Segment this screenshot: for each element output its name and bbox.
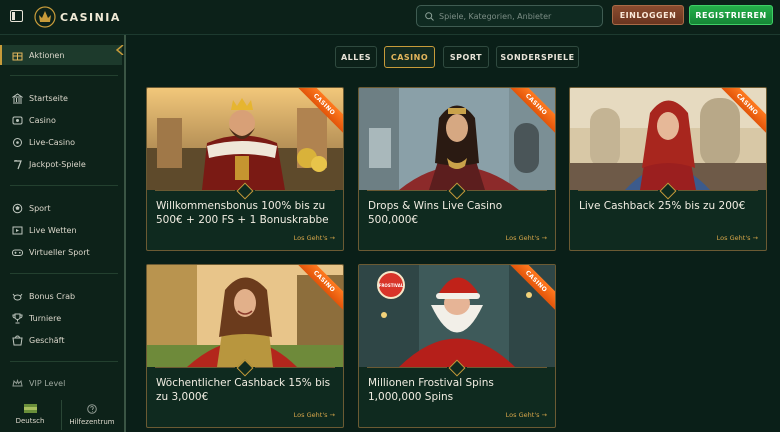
register-button[interactable]: REGISTRIEREN [689, 5, 773, 25]
language-selector[interactable]: Deutsch [0, 397, 60, 432]
promo-image-knight-woman: CASINO [570, 88, 766, 190]
frostival-stamp: FROSTIVAL [377, 271, 405, 299]
casinia-logo[interactable]: CASINIA [34, 5, 121, 29]
filter-tab-alles[interactable]: ALLES [335, 46, 377, 68]
help-label: Hilfezentrum [69, 417, 115, 426]
sidebar-item-startseite[interactable]: Startseite [0, 88, 122, 108]
promo-image-king: CASINO [147, 88, 343, 190]
sidebar-item-label: Sport [29, 203, 51, 213]
live-bet-icon [12, 226, 23, 234]
sidebar-item-live-casino[interactable]: Live-Casino [0, 132, 122, 152]
help-icon [87, 403, 97, 414]
promo-image-santa: FROSTIVAL CASINO [359, 265, 555, 367]
shop-icon [12, 335, 23, 345]
sidebar-item-label: Startseite [29, 93, 68, 103]
sidebar-item-label: Jackpot-Spiele [29, 159, 86, 169]
live-icon [13, 137, 22, 147]
filter-tabs: ALLES CASINO SPORT SONDERSPIELE [126, 46, 780, 68]
promo-title: Wöchentlicher Cashback 15% bis zu 3,000€ [156, 377, 331, 403]
sidebar-item-label: Live Wetten [29, 225, 77, 235]
promo-image-queen: CASINO [359, 88, 555, 190]
ball-icon [12, 203, 23, 213]
sidebar-item-label: Live-Casino [29, 137, 76, 147]
sidebar-item-label: Bonus Crab [29, 291, 76, 301]
promo-cta-link[interactable]: Los Geht's → [294, 234, 335, 242]
sidebar-item-label: Aktionen [29, 50, 65, 60]
filter-tab-sport[interactable]: SPORT [443, 46, 489, 68]
search-box[interactable] [416, 5, 603, 27]
gamepad-icon [12, 249, 23, 256]
promo-title: Willkommensbonus 100% bis zu 500€ + 200 … [156, 200, 329, 226]
promo-cta-link[interactable]: Los Geht's → [294, 411, 335, 419]
flag-icon [23, 404, 37, 413]
sidebar-item-live-wetten[interactable]: Live Wetten [0, 220, 122, 240]
promo-image-warrior-woman: CASINO [147, 265, 343, 367]
promo-cta-link[interactable]: Los Geht's → [506, 234, 547, 242]
sidebar-item-jackpot-spiele[interactable]: Jackpot-Spiele [0, 154, 122, 174]
trophy-icon [12, 313, 23, 323]
help-center-link[interactable]: Hilfezentrum [62, 397, 122, 432]
sidebar: Aktionen Startseite Casino Live-Casino J… [0, 35, 126, 432]
login-button[interactable]: EINLOGGEN [612, 5, 684, 25]
sidebar-item-casino[interactable]: Casino [0, 110, 122, 130]
sidebar-item-label: VIP Level [29, 378, 66, 388]
logo-text: CASINIA [60, 10, 121, 24]
promo-title: Drops & Wins Live Casino 500,000€ [368, 200, 503, 226]
sidebar-item-turniere[interactable]: Turniere [0, 308, 122, 328]
sidebar-item-bonus-crab[interactable]: Bonus Crab [0, 286, 122, 306]
gift-icon [12, 52, 23, 60]
promo-card[interactable]: CASINO Drops & Wins Live Casino 500,000€… [358, 87, 556, 251]
search-icon [425, 11, 434, 21]
search-input[interactable] [439, 11, 599, 21]
promotions-main: ALLES CASINO SPORT SONDERSPIELE CASINO W… [126, 35, 780, 432]
promo-cta-link[interactable]: Los Geht's → [506, 411, 547, 419]
crab-icon [12, 293, 23, 300]
promo-title: Live Cashback 25% bis zu 200€ [579, 200, 746, 212]
promo-card[interactable]: CASINO Live Cashback 25% bis zu 200€ Los… [569, 87, 767, 251]
logo-crest-icon [34, 6, 56, 28]
language-label: Deutsch [15, 417, 45, 425]
sidebar-item-geschaeft[interactable]: Geschäft [0, 330, 122, 350]
sidebar-footer: Deutsch Hilfezentrum [0, 397, 122, 432]
sidebar-item-label: Virtueller Sport [29, 247, 90, 257]
promo-card[interactable]: CASINO Wöchentlicher Cashback 15% bis zu… [146, 264, 344, 428]
sidebar-toggle-icon[interactable] [10, 10, 23, 22]
sidebar-item-virtueller-sport[interactable]: Virtueller Sport [0, 242, 122, 262]
sidebar-item-label: Turniere [29, 313, 62, 323]
sidebar-item-sport[interactable]: Sport [0, 198, 122, 218]
chevron-left-icon[interactable] [116, 45, 124, 55]
casino-chip-icon [12, 116, 23, 124]
promo-cta-link[interactable]: Los Geht's → [717, 234, 758, 242]
promo-title: Millionen Frostival Spins 1,000,000 Spin… [368, 377, 494, 403]
top-bar: CASINIA EINLOGGEN REGISTRIEREN [0, 0, 780, 35]
filter-tab-casino[interactable]: CASINO [384, 46, 435, 68]
jackpot-icon [14, 159, 22, 169]
promo-card[interactable]: CASINO Willkommensbonus 100% bis zu 500€… [146, 87, 344, 251]
crown-icon [12, 378, 23, 386]
sidebar-item-label: Geschäft [29, 335, 65, 345]
sidebar-item-label: Casino [29, 115, 56, 125]
bank-icon [12, 92, 23, 103]
filter-tab-sonderspiele[interactable]: SONDERSPIELE [496, 46, 579, 68]
sidebar-item-aktionen[interactable]: Aktionen [0, 45, 122, 65]
promo-card[interactable]: FROSTIVAL CASINO Millionen Frostival Spi… [358, 264, 556, 428]
sidebar-item-vip-level[interactable]: VIP Level [0, 373, 122, 393]
